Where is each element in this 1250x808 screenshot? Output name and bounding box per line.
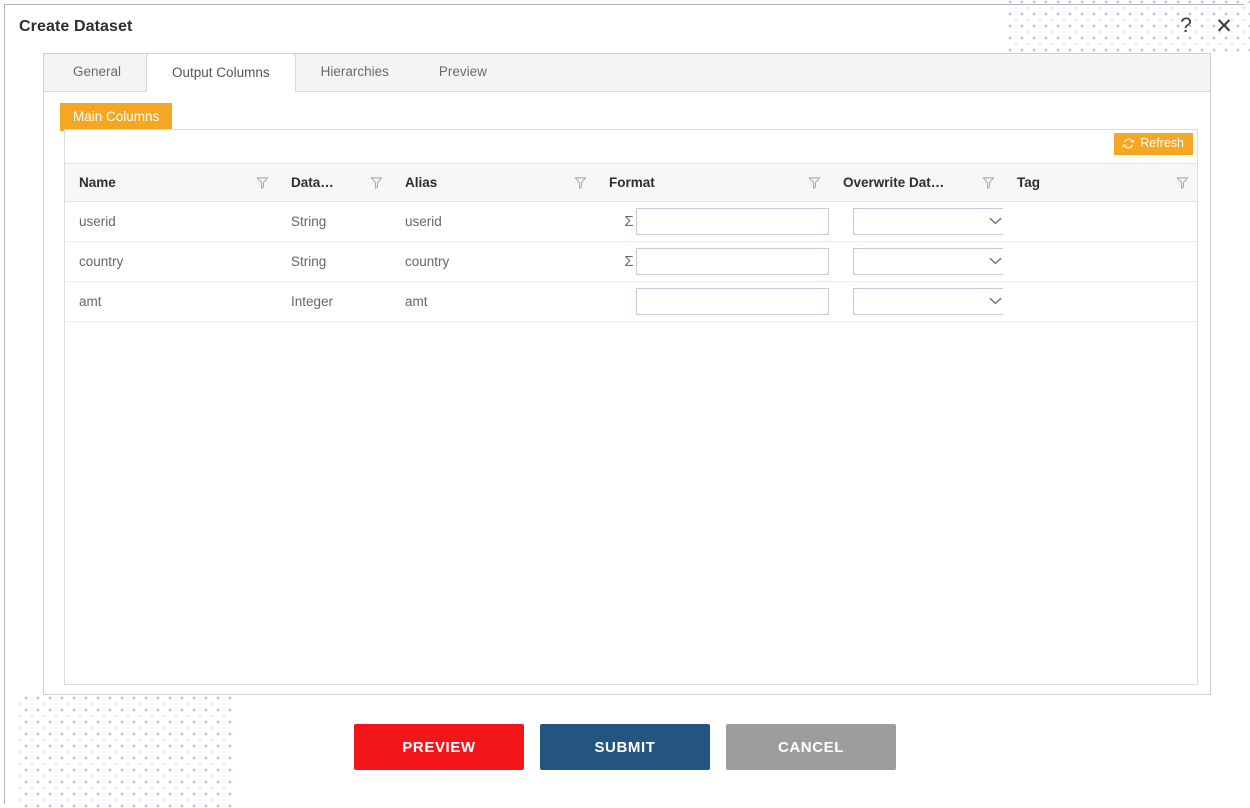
sigma-icon[interactable]: Σ bbox=[623, 253, 635, 270]
filter-icon[interactable] bbox=[808, 176, 821, 189]
cell-data-type: Integer bbox=[277, 281, 391, 322]
filter-icon[interactable] bbox=[982, 176, 995, 189]
filter-icon[interactable] bbox=[1176, 176, 1189, 189]
column-header-data-type[interactable]: Data… bbox=[277, 164, 391, 202]
cell-data-type: String bbox=[277, 201, 391, 242]
format-input[interactable] bbox=[636, 247, 829, 275]
grid-toolbar: Refresh bbox=[65, 130, 1197, 164]
overwrite-data-type-select[interactable] bbox=[853, 247, 1003, 275]
cell-overwrite-data-type bbox=[829, 201, 1003, 242]
close-icon[interactable]: ✕ bbox=[1211, 13, 1237, 39]
tab-output-columns[interactable]: Output Columns bbox=[146, 53, 296, 92]
help-icon[interactable]: ? bbox=[1173, 13, 1199, 39]
format-input[interactable] bbox=[636, 287, 829, 315]
cell-format: Σ bbox=[595, 201, 829, 242]
cancel-button[interactable]: CANCEL bbox=[726, 724, 896, 770]
table-header-row: Name Data… Alias Format Overwrite Dat… T… bbox=[65, 164, 1197, 202]
cell-format: Σ bbox=[595, 281, 829, 322]
cell-alias: userid bbox=[391, 201, 595, 242]
column-header-label: Overwrite Dat… bbox=[843, 174, 945, 190]
format-input[interactable] bbox=[636, 207, 829, 235]
titlebar-actions: ? ✕ bbox=[1173, 13, 1237, 39]
refresh-icon bbox=[1122, 137, 1135, 150]
filter-icon[interactable] bbox=[256, 176, 269, 189]
column-header-label: Alias bbox=[405, 174, 438, 190]
column-header-overwrite-data-type[interactable]: Overwrite Dat… bbox=[829, 164, 1003, 202]
table-row[interactable]: amt Integer amt Σ bbox=[65, 281, 1197, 322]
overwrite-data-type-select[interactable] bbox=[853, 207, 1003, 235]
tab-general[interactable]: General bbox=[48, 53, 146, 91]
column-header-label: Name bbox=[79, 174, 116, 190]
cell-alias: amt bbox=[391, 281, 595, 322]
page-title: Create Dataset bbox=[19, 18, 133, 35]
cell-tag[interactable] bbox=[1003, 201, 1197, 242]
column-header-format[interactable]: Format bbox=[595, 164, 829, 202]
table-row[interactable]: country String country Σ bbox=[65, 241, 1197, 282]
cell-data-type: String bbox=[277, 241, 391, 282]
cell-name: amt bbox=[65, 281, 277, 322]
column-header-tag[interactable]: Tag bbox=[1003, 164, 1197, 202]
output-columns-panel: Main Columns Refresh Name Data… Alias Fo… bbox=[48, 95, 1206, 692]
cell-format: Σ bbox=[595, 241, 829, 282]
overwrite-data-type-select[interactable] bbox=[853, 287, 1003, 315]
cell-name: country bbox=[65, 241, 277, 282]
column-header-alias[interactable]: Alias bbox=[391, 164, 595, 202]
output-columns-table: Name Data… Alias Format Overwrite Dat… T… bbox=[65, 164, 1197, 322]
sigma-icon[interactable]: Σ bbox=[623, 213, 635, 230]
column-header-label: Format bbox=[609, 174, 655, 190]
tab-bar: General Output Columns Hierarchies Previ… bbox=[44, 53, 1210, 92]
tab-hierarchies[interactable]: Hierarchies bbox=[296, 53, 414, 91]
create-dataset-dialog: Create Dataset ? ✕ General Output Column… bbox=[4, 4, 1244, 804]
cell-alias: country bbox=[391, 241, 595, 282]
cell-tag[interactable] bbox=[1003, 281, 1197, 322]
filter-icon[interactable] bbox=[370, 176, 383, 189]
column-header-label: Tag bbox=[1017, 174, 1040, 190]
refresh-button-label: Refresh bbox=[1140, 136, 1184, 151]
preview-button[interactable]: PREVIEW bbox=[354, 724, 524, 770]
column-header-name[interactable]: Name bbox=[65, 164, 277, 202]
columns-grid: Refresh Name Data… Alias Format Overwrit… bbox=[64, 129, 1198, 685]
filter-icon[interactable] bbox=[574, 176, 587, 189]
cell-name: userid bbox=[65, 201, 277, 242]
dialog-footer: PREVIEW SUBMIT CANCEL bbox=[0, 724, 1250, 770]
dialog-titlebar: Create Dataset ? ✕ bbox=[5, 5, 1245, 49]
cell-overwrite-data-type bbox=[829, 281, 1003, 322]
tab-preview[interactable]: Preview bbox=[414, 53, 512, 91]
subtab-main-columns[interactable]: Main Columns bbox=[60, 103, 173, 131]
dialog-content-frame: General Output Columns Hierarchies Previ… bbox=[43, 53, 1211, 695]
cell-tag[interactable] bbox=[1003, 241, 1197, 282]
submit-button[interactable]: SUBMIT bbox=[540, 724, 710, 770]
cell-overwrite-data-type bbox=[829, 241, 1003, 282]
refresh-button[interactable]: Refresh bbox=[1114, 133, 1193, 155]
column-header-label: Data… bbox=[291, 174, 334, 190]
subtab-bar: Main Columns bbox=[60, 103, 173, 131]
table-row[interactable]: userid String userid Σ bbox=[65, 201, 1197, 242]
